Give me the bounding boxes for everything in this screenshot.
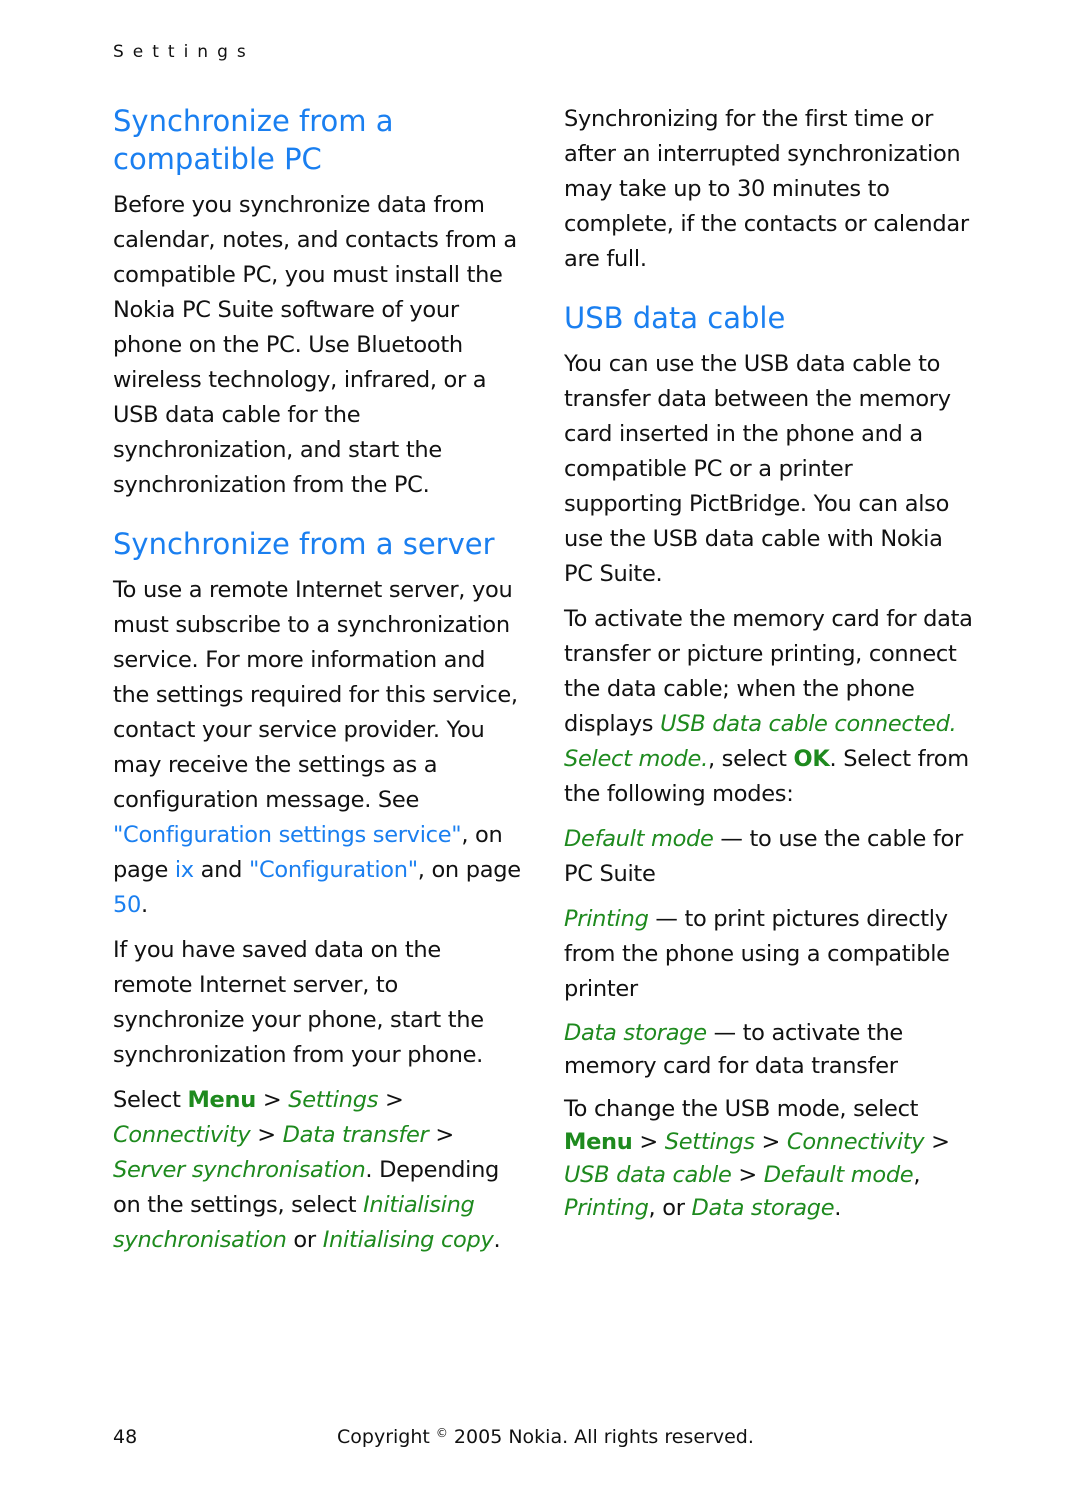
paragraph-usb-intro: You can use the USB data cable to transf… — [564, 351, 951, 587]
mode-name: Data storage — [564, 1020, 707, 1046]
term-init-copy: Initialising copy — [322, 1227, 494, 1253]
copyright-notice: Copyright © 2005 Nokia. All rights reser… — [337, 1426, 754, 1448]
term-connectivity: Connectivity — [113, 1122, 251, 1148]
copyright-symbol: © — [435, 1426, 448, 1440]
term-server-sync: Server synchronisation — [113, 1157, 366, 1183]
term-usb-data-cable: USB data cable — [564, 1162, 732, 1188]
term-settings: Settings — [288, 1087, 379, 1113]
running-head: Settings — [113, 42, 255, 62]
link-config-settings-service[interactable]: "Configuration settings service" — [113, 822, 462, 848]
term-ok: OK — [793, 746, 830, 772]
link-configuration[interactable]: "Configuration" — [249, 857, 418, 883]
term-data-transfer: Data transfer — [282, 1122, 429, 1148]
left-column: Synchronize from a compatible PC Before … — [113, 102, 523, 1258]
mode-name: Default mode — [564, 826, 714, 852]
paragraph-sync-server: To use a remote Internet server, you mus… — [113, 577, 521, 918]
term-connectivity: Connectivity — [786, 1129, 925, 1155]
term-data-storage: Data storage — [691, 1195, 835, 1221]
heading-usb-cable: USB data cable — [564, 301, 786, 335]
term-settings: Settings — [664, 1129, 755, 1155]
link-page-ix[interactable]: ix — [175, 857, 194, 883]
mode-item: Default mode — to use the cable for PC S… — [564, 826, 963, 887]
mode-name: Printing — [564, 906, 649, 932]
mode-item: Data storage — to activate the memory ca… — [564, 1020, 903, 1079]
term-printing: Printing — [564, 1195, 649, 1221]
heading-sync-pc: Synchronize from a compatible PC — [113, 104, 394, 176]
mode-item: Printing — to print pictures directly fr… — [564, 906, 950, 1002]
paragraph-first-sync: Synchronizing for the first time or afte… — [564, 106, 969, 272]
paragraph-sync-pc: Before you synchronize data from calenda… — [113, 192, 517, 498]
paragraph-activate-card: To activate the memory card for data tra… — [564, 606, 973, 807]
page-number: 48 — [113, 1426, 138, 1448]
term-default-mode: Default mode — [763, 1162, 914, 1188]
term-menu: Menu — [564, 1129, 633, 1155]
link-page-50[interactable]: 50 — [113, 892, 141, 918]
paragraph-menu-path: Select Menu > Settings > Connectivity > … — [113, 1087, 501, 1253]
paragraph-change-usb-mode: To change the USB mode, select Menu > Se… — [564, 1096, 950, 1221]
heading-sync-server: Synchronize from a server — [113, 527, 495, 561]
right-column: Synchronizing for the first time or afte… — [564, 102, 974, 1225]
term-menu: Menu — [187, 1087, 256, 1113]
paragraph-remote-server: If you have saved data on the remote Int… — [113, 937, 484, 1068]
